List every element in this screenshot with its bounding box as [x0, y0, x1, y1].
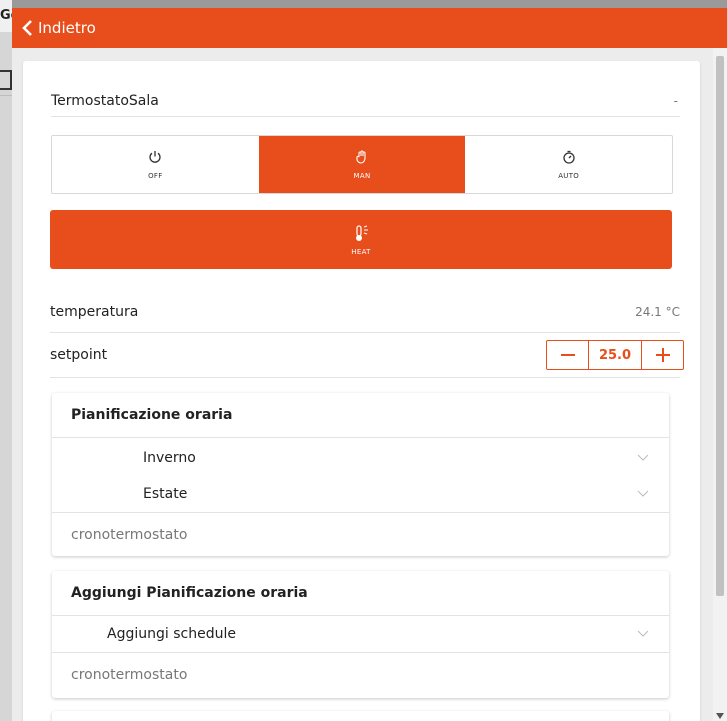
increase-setpoint-button[interactable]	[642, 341, 683, 369]
mode-off-button[interactable]: OFF	[52, 136, 259, 193]
chevron-down-icon	[637, 490, 649, 497]
setpoint-value[interactable]: 25.0	[588, 341, 642, 369]
mode-auto-button[interactable]: AUTO	[465, 136, 672, 193]
chevron-down-icon	[637, 454, 649, 461]
add-schedule-panel: Aggiungi Pianificazione oraria Aggiungi …	[52, 571, 669, 698]
next-panel	[52, 711, 669, 721]
mode-auto-label: AUTO	[558, 171, 580, 180]
add-schedule-item-label: Aggiungi schedule	[107, 626, 236, 642]
schedule-item-label: Estate	[143, 486, 188, 502]
scrollbar[interactable]	[713, 48, 727, 721]
setpoint-row: setpoint 25.0	[50, 333, 684, 378]
temperature-label: temperatura	[50, 304, 139, 320]
background-divider	[0, 95, 12, 96]
power-icon	[149, 150, 161, 163]
minus-icon	[560, 354, 575, 356]
schedule-panel: Pianificazione oraria Inverno Estate cro…	[52, 393, 669, 556]
background-app	[0, 0, 12, 721]
add-schedule-item[interactable]: Aggiungi schedule	[52, 616, 669, 652]
thermostat-card: TermostatoSala - OFF MAN AUTO HEAT tempe…	[23, 61, 700, 721]
schedule-item-estate[interactable]: Estate	[52, 476, 669, 512]
setpoint-stepper: 25.0	[546, 340, 684, 370]
schedule-panel-title: Pianificazione oraria	[52, 393, 669, 438]
schedule-item-inverno[interactable]: Inverno	[52, 440, 669, 476]
background-icon	[0, 70, 12, 90]
mode-man-label: MAN	[353, 171, 371, 180]
heat-label: HEAT	[351, 247, 371, 256]
hand-icon	[356, 149, 366, 164]
back-label: Indietro	[38, 19, 96, 37]
background-title: Ge	[0, 0, 12, 32]
scroll-down-arrow-icon[interactable]	[716, 713, 724, 719]
schedule-item-label: Inverno	[143, 450, 196, 466]
decrease-setpoint-button[interactable]	[547, 341, 588, 369]
device-row: TermostatoSala -	[51, 86, 680, 117]
chevron-down-icon	[637, 630, 649, 637]
device-name: TermostatoSala	[51, 93, 159, 109]
scrollbar-thumb[interactable]	[716, 56, 724, 596]
thermostat-dialog: Indietro TermostatoSala - OFF MAN AUTO H…	[12, 8, 727, 721]
mode-selector: OFF MAN AUTO	[51, 135, 673, 194]
setpoint-label: setpoint	[50, 347, 108, 363]
temperature-row: temperatura 24.1 °C	[50, 292, 680, 333]
mode-man-button[interactable]: MAN	[258, 136, 466, 193]
heat-season-button[interactable]: HEAT	[50, 210, 672, 269]
thermometer-sun-icon	[356, 224, 368, 241]
timer-icon	[563, 150, 575, 164]
back-button[interactable]: Indietro	[20, 19, 96, 37]
schedule-panel-footer: cronotermostato	[52, 512, 669, 557]
mode-off-label: OFF	[148, 171, 163, 180]
add-schedule-panel-title: Aggiungi Pianificazione oraria	[52, 571, 669, 616]
dialog-header: Indietro	[12, 8, 727, 48]
chevron-left-icon	[22, 20, 32, 36]
device-menu[interactable]: -	[674, 94, 678, 108]
temperature-value: 24.1 °C	[635, 305, 680, 319]
add-schedule-panel-footer: cronotermostato	[52, 652, 669, 697]
plus-icon	[655, 348, 670, 362]
